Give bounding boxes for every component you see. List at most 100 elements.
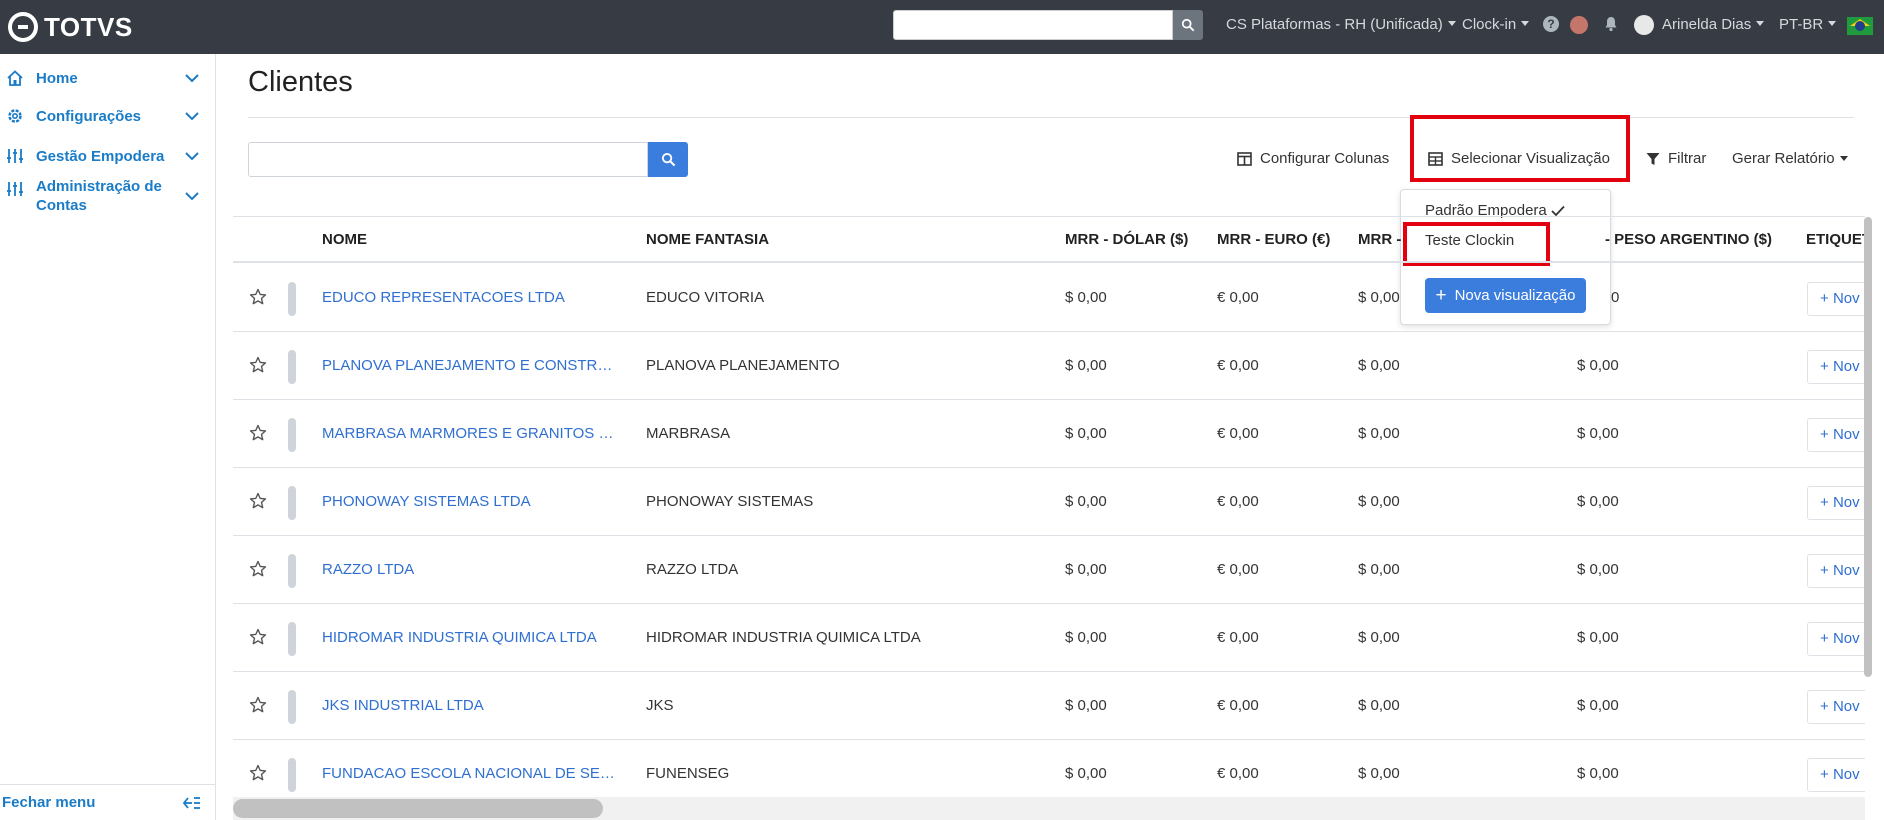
column-header[interactable]: NOME bbox=[322, 231, 367, 248]
add-tag-button[interactable]: + Nov bbox=[1807, 554, 1865, 588]
trade-name: MARBRASA bbox=[646, 425, 731, 442]
mrr-peso: $ 0,00 bbox=[1577, 493, 1619, 510]
chevron-down-icon[interactable] bbox=[184, 188, 200, 204]
star-icon[interactable] bbox=[249, 492, 267, 510]
mrr-euro: € 0,00 bbox=[1217, 289, 1259, 306]
add-tag-label: Nov bbox=[1832, 698, 1860, 715]
client-search-button[interactable] bbox=[648, 142, 688, 177]
client-name-link[interactable]: PHONOWAY SISTEMAS LTDA bbox=[322, 493, 531, 510]
configure-columns-label: Configurar Colunas bbox=[1260, 150, 1390, 167]
column-header[interactable]: MRR - EURO (€) bbox=[1217, 231, 1330, 248]
drag-handle[interactable] bbox=[288, 486, 296, 520]
global-search-button[interactable] bbox=[1173, 10, 1203, 40]
chevron-down-icon[interactable] bbox=[184, 70, 200, 86]
column-header[interactable]: - PESO ARGENTINO ($) bbox=[1605, 231, 1772, 248]
add-tag-button[interactable]: + Nov bbox=[1807, 282, 1865, 316]
star-icon[interactable] bbox=[249, 424, 267, 442]
add-tag-label: Nov bbox=[1832, 290, 1860, 307]
client-name-link[interactable]: RAZZO LTDA bbox=[322, 561, 414, 578]
filter-label: Filtrar bbox=[1668, 150, 1707, 167]
mrr-other: $ 0,00 bbox=[1358, 629, 1400, 646]
generate-report-label: Gerar Relatório bbox=[1732, 150, 1835, 167]
mrr-dollar: $ 0,00 bbox=[1065, 357, 1107, 374]
star-icon[interactable] bbox=[249, 288, 267, 306]
client-name-link[interactable]: HIDROMAR INDUSTRIA QUIMICA LTDA bbox=[322, 629, 597, 646]
add-tag-button[interactable]: + Nov bbox=[1807, 486, 1865, 520]
client-name-link[interactable]: JKS INDUSTRIAL LTDA bbox=[322, 697, 484, 714]
drag-handle[interactable] bbox=[288, 282, 296, 316]
column-header[interactable]: ETIQUET bbox=[1806, 231, 1865, 248]
client-search-input[interactable] bbox=[248, 142, 648, 177]
trade-name: JKS bbox=[646, 697, 674, 714]
table-header: NOME NOME FANTASIA MRR - DÓLAR ($) MRR -… bbox=[233, 216, 1865, 263]
sidebar-item-label: Administração de Contas bbox=[36, 178, 162, 214]
table-row: MARBRASA MARMORES E GRANITOS DO ... MARBR… bbox=[233, 400, 1865, 468]
client-name-link[interactable]: PLANOVA PLANEJAMENTO E CONSTRUCO... bbox=[322, 357, 622, 374]
drag-handle[interactable] bbox=[288, 350, 296, 384]
drag-handle[interactable] bbox=[288, 622, 296, 656]
avatar[interactable] bbox=[1634, 15, 1654, 35]
trade-name: HIDROMAR INDUSTRIA QUIMICA LTDA bbox=[646, 629, 921, 646]
mrr-dollar: $ 0,00 bbox=[1065, 697, 1107, 714]
mrr-peso: $ 0,00 bbox=[1577, 629, 1619, 646]
user-menu[interactable]: Arinelda Dias bbox=[1662, 16, 1764, 33]
sidebar-item-configuracoes[interactable]: Configurações bbox=[0, 102, 215, 130]
sidebar-item-administracao-contas[interactable]: Administração de Contas bbox=[0, 174, 215, 218]
language-selector[interactable]: PT-BR bbox=[1779, 16, 1836, 33]
add-tag-button[interactable]: + Nov bbox=[1807, 690, 1865, 724]
add-tag-button[interactable]: + Nov bbox=[1807, 622, 1865, 656]
totvs-logo[interactable]: TOTVS bbox=[8, 10, 133, 44]
drag-handle[interactable] bbox=[288, 418, 296, 452]
column-header[interactable]: NOME FANTASIA bbox=[646, 231, 769, 248]
star-icon[interactable] bbox=[249, 560, 267, 578]
add-tag-button[interactable]: + Nov bbox=[1807, 418, 1865, 452]
bell-icon[interactable] bbox=[1603, 16, 1619, 32]
table-row: RAZZO LTDA RAZZO LTDA $ 0,00 € 0,00 $ 0,00 $ … bbox=[233, 536, 1865, 604]
add-tag-button[interactable]: + Nov bbox=[1807, 758, 1865, 792]
question-icon[interactable]: ? bbox=[1543, 16, 1559, 32]
sidebar-item-label: Home bbox=[36, 69, 78, 87]
trade-name: PHONOWAY SISTEMAS bbox=[646, 493, 814, 510]
star-icon[interactable] bbox=[249, 696, 267, 714]
star-icon[interactable] bbox=[249, 764, 267, 782]
close-menu-button[interactable]: Fechar menu bbox=[0, 784, 215, 820]
client-name-link[interactable]: FUNDACAO ESCOLA NACIONAL DE SEGU... bbox=[322, 765, 622, 782]
mrr-peso: 0 bbox=[1611, 289, 1620, 306]
trade-name: RAZZO LTDA bbox=[646, 561, 739, 578]
clients-table: NOME NOME FANTASIA MRR - DÓLAR ($) MRR -… bbox=[233, 216, 1865, 796]
column-header[interactable]: MRR - bbox=[1358, 231, 1401, 248]
plus-icon: + bbox=[1820, 494, 1833, 511]
add-tag-button[interactable]: + Nov bbox=[1807, 350, 1865, 384]
drag-handle[interactable] bbox=[288, 758, 296, 792]
vertical-scrollbar-thumb[interactable] bbox=[1864, 217, 1872, 677]
generate-report-button[interactable]: Gerar Relatório bbox=[1732, 150, 1848, 167]
filter-button[interactable]: Filtrar bbox=[1646, 150, 1706, 167]
add-tag-label: Nov bbox=[1832, 494, 1860, 511]
plus-icon: + bbox=[1820, 698, 1833, 715]
star-icon[interactable] bbox=[249, 356, 267, 374]
global-search-input[interactable] bbox=[893, 10, 1173, 40]
drag-handle[interactable] bbox=[288, 554, 296, 588]
configure-columns-button[interactable]: Configurar Colunas bbox=[1237, 150, 1389, 167]
module-selector[interactable]: Clock-in bbox=[1462, 16, 1529, 33]
chevron-down-icon[interactable] bbox=[184, 148, 200, 164]
sidebar-item-gestao-empodera[interactable]: Gestão Empodera bbox=[0, 142, 215, 170]
client-name-link[interactable]: MARBRASA MARMORES E GRANITOS DO ... bbox=[322, 425, 622, 442]
sidebar-item-label: Gestão Empodera bbox=[36, 147, 165, 165]
column-header[interactable]: MRR - DÓLAR ($) bbox=[1065, 231, 1188, 248]
company-selector[interactable]: CS Plataformas - RH (Unificada) bbox=[1226, 16, 1456, 33]
top-navbar: TOTVS CS Plataformas - RH (Unificada) Cl… bbox=[0, 0, 1884, 54]
mrr-euro: € 0,00 bbox=[1217, 697, 1259, 714]
add-tag-label: Nov bbox=[1832, 358, 1860, 375]
chevron-down-icon[interactable] bbox=[184, 108, 200, 124]
table-row: FUNDACAO ESCOLA NACIONAL DE SEGU... FUNEN… bbox=[233, 740, 1865, 796]
client-name-link[interactable]: EDUCO REPRESENTACOES LTDA bbox=[322, 289, 565, 306]
horizontal-scrollbar-thumb[interactable] bbox=[233, 799, 603, 818]
sidebar-item-home[interactable]: Home bbox=[0, 64, 215, 92]
brazil-flag-icon[interactable] bbox=[1847, 17, 1873, 35]
profile-icon[interactable] bbox=[1570, 16, 1588, 34]
sidebar-item-label: Configurações bbox=[36, 107, 142, 125]
drag-handle[interactable] bbox=[288, 690, 296, 724]
star-icon[interactable] bbox=[249, 628, 267, 646]
mrr-dollar: $ 0,00 bbox=[1065, 493, 1107, 510]
